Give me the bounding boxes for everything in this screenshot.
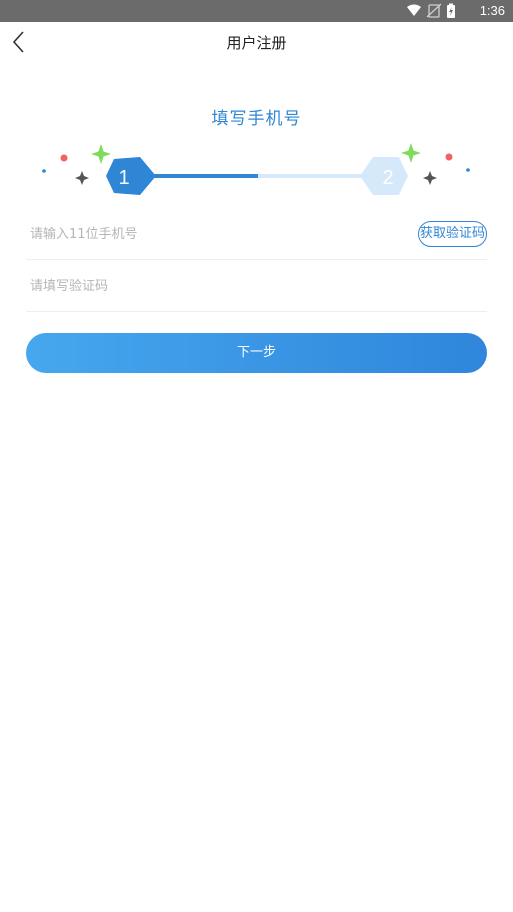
page-title: 用户注册 [226,34,287,52]
next-step-button[interactable]: 下一步 [26,333,487,373]
verification-code-input[interactable] [30,274,390,298]
no-sim-icon [426,3,442,18]
status-icons [407,3,455,18]
decor-dot-blue-left [42,169,46,173]
decor-dot-red-left [60,154,68,162]
sparkle-star-green-right [401,143,421,163]
decor-dot-red-right [445,153,453,161]
nav-bar: 用户注册 [0,22,513,62]
sparkle-star-gray-right [423,171,437,185]
step-2-number: 2 [382,167,393,189]
get-code-button[interactable]: 获取验证码 [417,221,487,247]
wifi-icon [407,4,421,16]
phone-input[interactable] [30,222,390,246]
sparkle-star-gray-left [75,171,89,185]
step-indicator: 1 2 [42,143,470,195]
phone-field-row: 获取验证码 [26,208,487,260]
battery-charging-icon [447,3,455,18]
status-bar: 1:36 [0,0,513,22]
sparkle-star-green-left [91,144,111,164]
progress-fill [150,174,258,178]
step-title: 填写手机号 [211,109,302,129]
code-field-row [26,260,487,312]
step-1-marker [106,157,156,195]
decor-dot-blue-right [466,168,470,172]
status-time: 1:36 [479,3,505,18]
step-1-number: 1 [118,167,129,189]
